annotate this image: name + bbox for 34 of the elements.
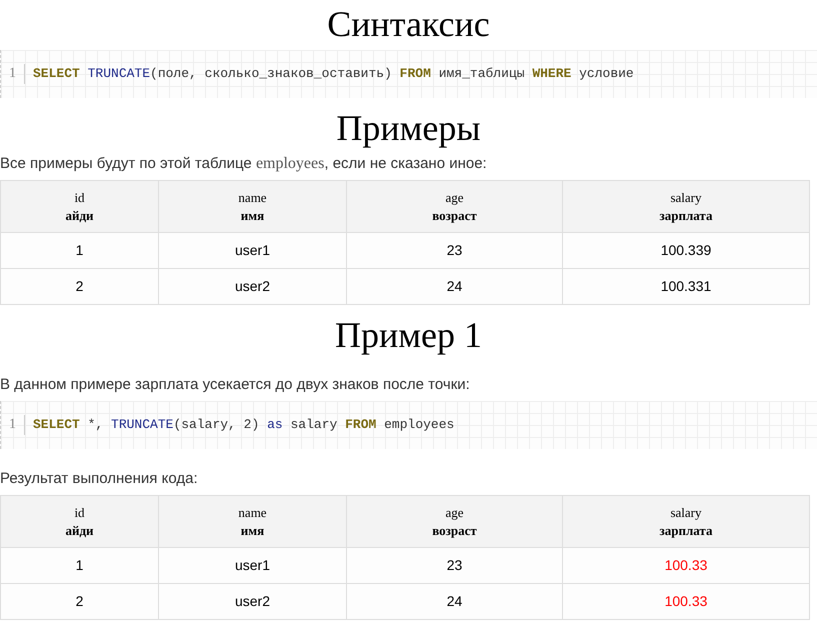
- paragraph: В данном примере зарплата усекается до двух знаков после точки:: [0, 375, 471, 395]
- table-cell: user1: [158, 548, 346, 584]
- code-line: SELECT *, TRUNCATE(salary, 2) as salary FROM employees: [32, 416, 454, 434]
- column-header: name имя: [158, 180, 346, 232]
- table-cell: 100.33: [562, 548, 810, 584]
- table-cell: user1: [158, 232, 346, 268]
- table-cell: 100.33: [562, 584, 810, 620]
- table-cell: user2: [158, 584, 346, 620]
- table-cell: 100.331: [562, 268, 810, 304]
- table-cell: 1: [0, 232, 158, 268]
- column-header: age возраст: [346, 496, 562, 548]
- column-header: age возраст: [346, 180, 562, 232]
- paragraph: Результат выполнения кода:: [0, 469, 199, 489]
- table-cell: user2: [158, 268, 346, 304]
- table-cell: 24: [346, 268, 562, 304]
- column-header: name имя: [158, 496, 346, 548]
- table-cell: 1: [0, 548, 158, 584]
- column-header: salary зарплата: [562, 496, 810, 548]
- line-number: 1: [9, 415, 25, 435]
- table-cell: 2: [0, 584, 158, 620]
- line-number: 1: [9, 64, 25, 84]
- column-header: id айди: [0, 496, 158, 548]
- code-line: SELECT TRUNCATE(поле, сколько_знаков_оставить) FROM имя_таблицы WHERE условие: [32, 65, 634, 83]
- paragraph: Все примеры будут по этой таблице employees, если не сказано иное:: [0, 154, 488, 174]
- section-heading: Синтаксис: [327, 4, 490, 44]
- table-cell: 23: [346, 232, 562, 268]
- table-cell: 100.339: [562, 232, 810, 268]
- table-cell: 24: [346, 584, 562, 620]
- table-cell: 23: [346, 548, 562, 584]
- section-heading: Пример 1: [334, 315, 482, 355]
- section-heading: Примеры: [336, 108, 481, 148]
- column-header: salary зарплата: [562, 180, 810, 232]
- column-header: id айди: [0, 180, 158, 232]
- table-cell: 2: [0, 268, 158, 304]
